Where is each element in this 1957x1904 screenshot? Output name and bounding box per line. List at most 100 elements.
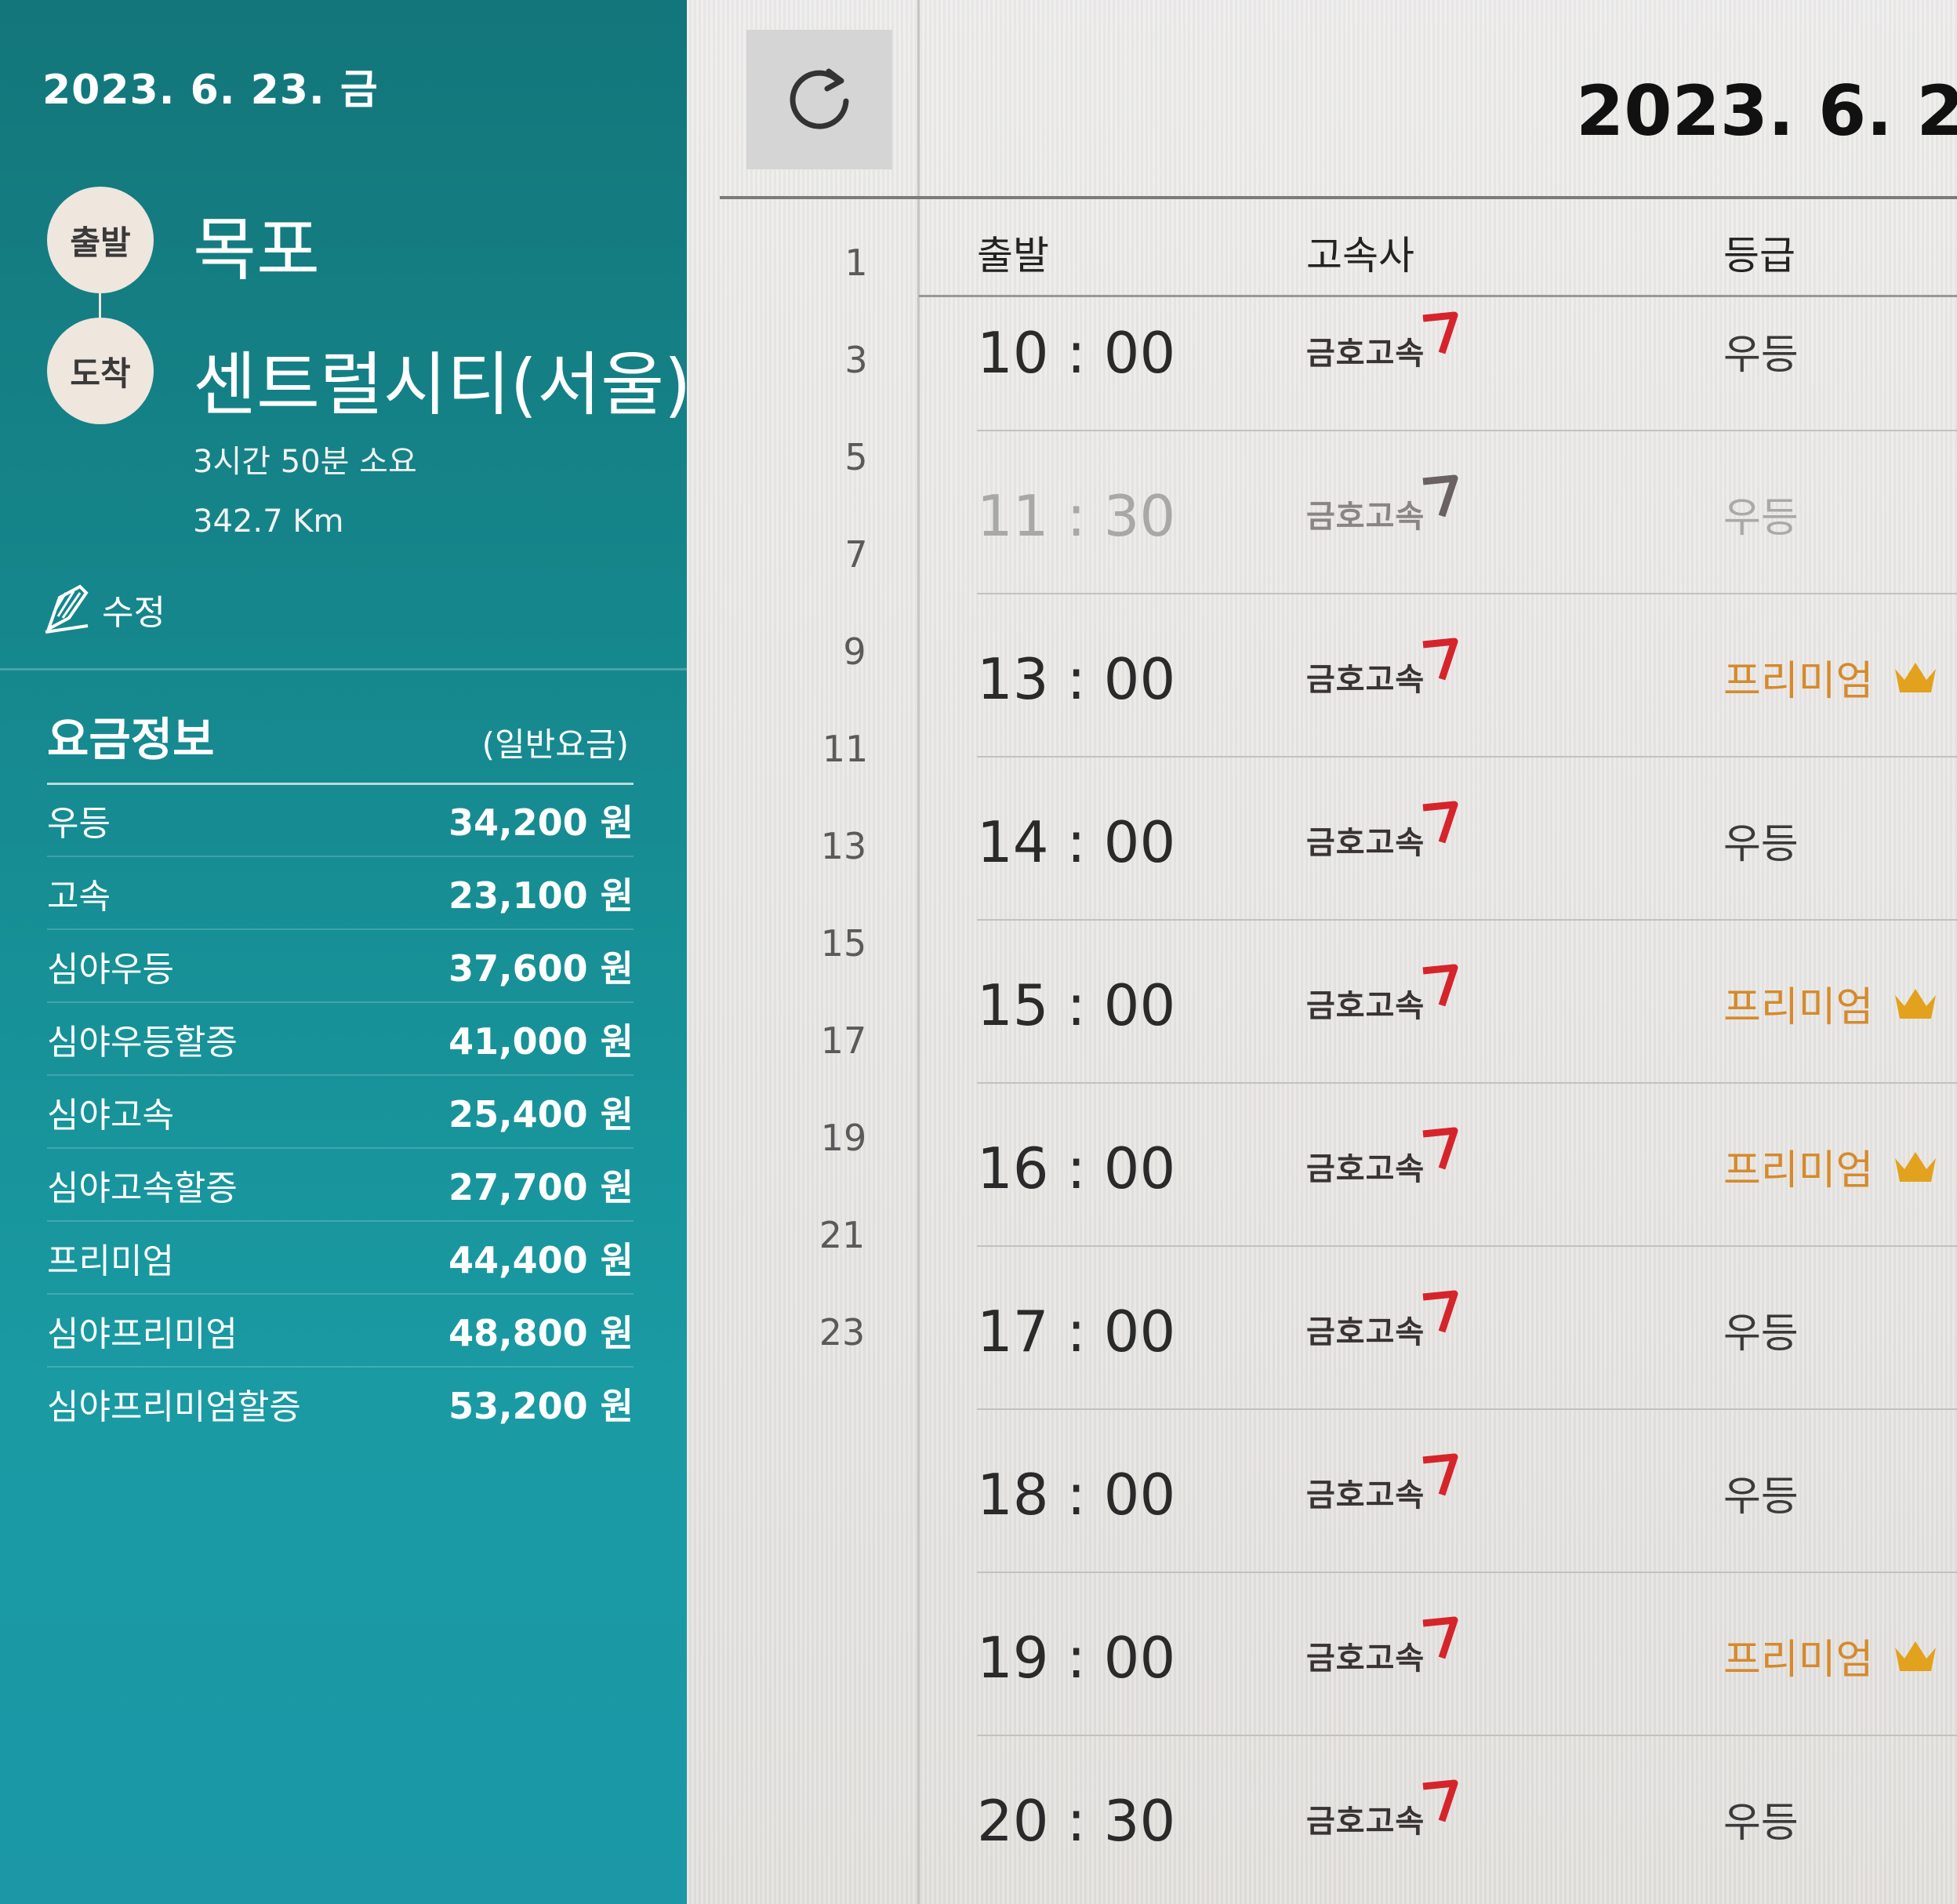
fare-grade: 심야프리미엄할증 bbox=[47, 1386, 301, 1427]
fare-price: 44,400 원 bbox=[448, 1238, 634, 1281]
fare-row: 심야고속할증 27,700 원 bbox=[47, 1149, 634, 1222]
fare-row: 심야프리미엄 48,800 원 bbox=[47, 1295, 634, 1368]
company-name: 금호고속 bbox=[1306, 1641, 1425, 1677]
grade-text: 프리미엄 bbox=[1723, 1637, 1874, 1684]
refresh-icon bbox=[790, 68, 849, 129]
fare-list: 우등 34,200 원 고속 23,100 원 심야우등 37,600 원 심야… bbox=[47, 784, 634, 1439]
company-cell: 금호고속 bbox=[1306, 311, 1461, 373]
fare-info-title: 요금정보 bbox=[47, 713, 215, 766]
hour-tick[interactable]: 13 bbox=[789, 825, 899, 867]
hour-tick[interactable]: 19 bbox=[789, 1117, 899, 1159]
grade-label: 우등 bbox=[1723, 322, 1799, 380]
departure-time: 10 : 00 bbox=[977, 320, 1176, 386]
hour-tick[interactable]: 11 bbox=[790, 728, 900, 770]
row-divider bbox=[977, 919, 1957, 921]
company-name: 금호고속 bbox=[1306, 499, 1425, 535]
travel-distance: 342.7 Km bbox=[193, 503, 344, 540]
fare-grade: 프리미엄 bbox=[47, 1241, 174, 1281]
grade-text: 프리미엄 bbox=[1723, 984, 1874, 1031]
fare-info-note: (일반요금) bbox=[481, 725, 629, 764]
grade-label: 프리미엄 bbox=[1723, 1137, 1939, 1196]
grade-label: 우등 bbox=[1723, 1300, 1799, 1359]
fare-info-header: 요금정보 (일반요금) bbox=[47, 703, 634, 785]
route-info-panel: 2023. 6. 23. 금 출발 도착 목포 센트럴시티(서울) 3시간 50… bbox=[0, 0, 687, 1904]
departure-time: 19 : 00 bbox=[977, 1625, 1176, 1691]
divider bbox=[0, 668, 687, 670]
kumho-logo-icon bbox=[1422, 1290, 1458, 1333]
grade-label: 프리미엄 bbox=[1723, 974, 1939, 1033]
fare-grade: 고속 bbox=[47, 876, 111, 917]
fare-grade: 심야고속 bbox=[47, 1095, 174, 1135]
edit-route-button[interactable]: 수정 bbox=[42, 582, 165, 637]
row-divider bbox=[977, 1735, 1957, 1736]
arrival-station: 센트럴시티(서울) bbox=[193, 344, 687, 425]
grade-label: 우등 bbox=[1723, 811, 1799, 870]
row-divider bbox=[977, 1082, 1957, 1084]
grade-text: 프리미엄 bbox=[1723, 1147, 1874, 1194]
crown-icon bbox=[1895, 662, 1937, 692]
company-cell: 금호고속 bbox=[1306, 637, 1461, 699]
departure-time: 17 : 00 bbox=[977, 1299, 1176, 1364]
hour-tick[interactable]: 17 bbox=[789, 1019, 899, 1062]
grade-label: 우등 bbox=[1723, 1463, 1799, 1522]
fare-price: 41,000 원 bbox=[448, 1019, 634, 1063]
grade-text: 우등 bbox=[1723, 821, 1799, 868]
departure-time: 20 : 30 bbox=[977, 1788, 1176, 1854]
crown-icon bbox=[1895, 1151, 1937, 1182]
fare-price: 23,100 원 bbox=[448, 874, 634, 917]
fare-price: 37,600 원 bbox=[448, 947, 634, 990]
kumho-logo-icon bbox=[1422, 1453, 1458, 1496]
company-cell: 금호고속 bbox=[1306, 474, 1461, 536]
column-header-grade: 등급 bbox=[1723, 233, 1795, 278]
fare-row: 심야프리미엄할증 53,200 원 bbox=[47, 1368, 634, 1439]
departure-time: 11 : 30 bbox=[977, 483, 1176, 549]
pen-icon bbox=[45, 584, 89, 634]
departure-time: 13 : 00 bbox=[977, 646, 1176, 712]
row-divider bbox=[977, 430, 1957, 431]
hour-tick[interactable]: 15 bbox=[789, 922, 899, 965]
company-cell: 금호고속 bbox=[1306, 800, 1461, 863]
travel-date: 2023. 6. 23. 금 bbox=[42, 67, 379, 114]
edit-label: 수정 bbox=[102, 593, 165, 633]
hour-tick[interactable]: 21 bbox=[787, 1214, 897, 1256]
kumho-logo-icon bbox=[1422, 1127, 1458, 1170]
refresh-button[interactable] bbox=[746, 30, 892, 169]
header-underline bbox=[919, 295, 1957, 297]
fare-row: 심야우등할증 41,000 원 bbox=[47, 1003, 634, 1076]
company-name: 금호고속 bbox=[1306, 1314, 1425, 1350]
hour-tick[interactable]: 1 bbox=[801, 242, 911, 284]
departure-time: 14 : 00 bbox=[977, 809, 1176, 875]
departure-station: 목포 bbox=[193, 209, 320, 290]
row-divider bbox=[977, 756, 1957, 758]
grade-text: 우등 bbox=[1723, 1310, 1799, 1357]
fare-row: 심야고속 25,400 원 bbox=[47, 1076, 634, 1149]
fare-price: 25,400 원 bbox=[448, 1092, 634, 1135]
company-name: 금호고속 bbox=[1306, 336, 1425, 372]
fare-price: 27,700 원 bbox=[448, 1165, 634, 1208]
fare-grade: 심야우등할증 bbox=[47, 1022, 238, 1063]
header-divider bbox=[720, 196, 1957, 199]
fare-grade: 심야우등 bbox=[47, 949, 174, 990]
travel-duration: 3시간 50분 소요 bbox=[193, 444, 417, 480]
departure-badge: 출발 bbox=[47, 187, 154, 293]
company-name: 금호고속 bbox=[1306, 825, 1425, 861]
hour-tick[interactable]: 7 bbox=[801, 533, 911, 576]
company-name: 금호고속 bbox=[1306, 1804, 1425, 1840]
timetable-board: 2023. 6. 23. 1 3 5 7 9 11 13 15 17 19 21… bbox=[687, 0, 1957, 1904]
row-divider bbox=[977, 1245, 1957, 1247]
row-divider bbox=[977, 593, 1957, 594]
hour-tick[interactable]: 3 bbox=[801, 339, 911, 381]
hour-tick[interactable]: 23 bbox=[787, 1311, 897, 1354]
grade-text: 우등 bbox=[1723, 332, 1799, 379]
company-cell: 금호고속 bbox=[1306, 963, 1461, 1026]
fare-row: 고속 23,100 원 bbox=[47, 857, 634, 930]
fare-price: 53,200 원 bbox=[448, 1384, 634, 1427]
crown-icon bbox=[1895, 988, 1937, 1019]
hour-tick[interactable]: 9 bbox=[800, 630, 910, 673]
departure-time: 18 : 00 bbox=[977, 1462, 1176, 1528]
fare-price: 34,200 원 bbox=[448, 801, 634, 844]
grade-text: 우등 bbox=[1723, 1473, 1799, 1521]
fare-grade: 심야고속할증 bbox=[47, 1168, 238, 1208]
hour-tick[interactable]: 5 bbox=[801, 436, 911, 478]
grade-label: 프리미엄 bbox=[1723, 1626, 1939, 1685]
